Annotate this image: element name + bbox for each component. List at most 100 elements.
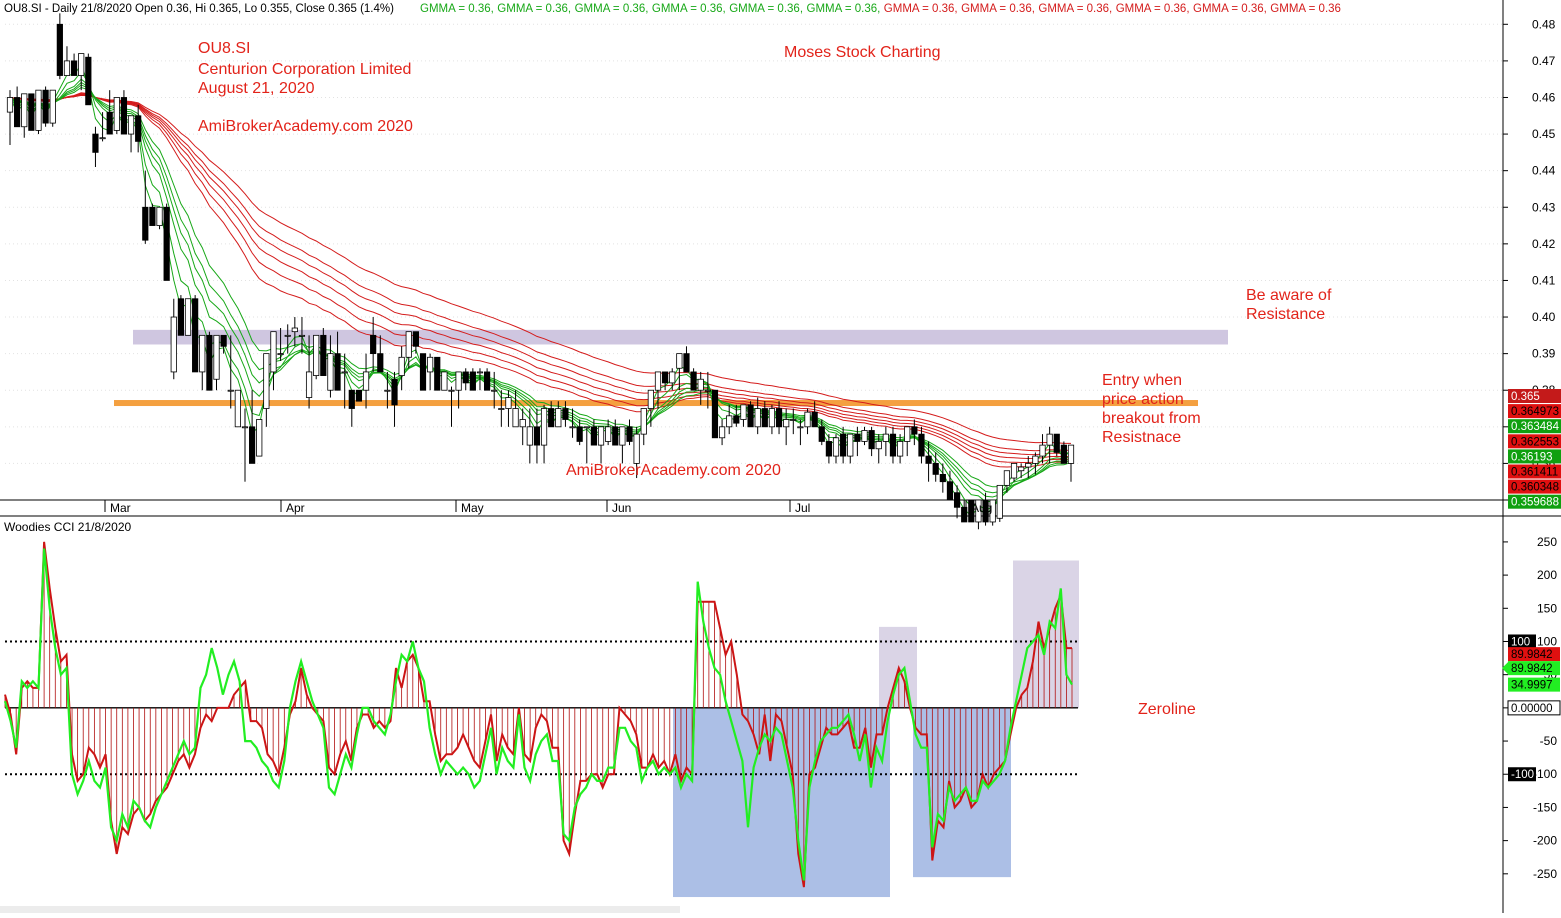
annotation-company: Centurion Corporation Limited [198, 61, 411, 78]
candle-bull [398, 356, 405, 376]
annotation-resistance-line1: Be aware of [1246, 287, 1332, 304]
candle-bull [882, 433, 889, 442]
candle-bear [918, 433, 925, 457]
chart-window: 0.360.370.380.390.400.410.420.430.440.45… [0, 0, 1561, 913]
candle-bear [28, 93, 35, 131]
cci-axis-value-label: 100 [1511, 636, 1530, 648]
candle-bear [911, 426, 918, 435]
candle-bull [441, 371, 448, 391]
cci-y-tick-label: -250 [1533, 867, 1557, 881]
annotation-charting: Moses Stock Charting [784, 44, 941, 61]
price-axis-value-label: 0.36193 [1511, 451, 1553, 463]
candle-bear [747, 404, 754, 428]
cci-axis-value-label: -100 [1511, 769, 1534, 781]
candle-bull [227, 389, 234, 392]
candle-bear [1060, 444, 1067, 464]
month-label: Aug [971, 501, 992, 515]
month-label: Jun [612, 501, 631, 515]
cci-y-tick-label: 100 [1537, 634, 1557, 648]
annotation-resistance-line2: Resistance [1246, 306, 1325, 323]
candle-bull [1046, 433, 1053, 446]
month-label: May [461, 501, 484, 515]
candle-bear [662, 371, 669, 384]
candle-bull [327, 353, 334, 391]
candle-bear [469, 371, 476, 391]
candle-bear [377, 353, 384, 373]
candle-bull [476, 371, 484, 374]
header-gmma-value-1: GMMA = 0.36, [497, 3, 571, 15]
candle-bear [120, 97, 128, 135]
candle-bull [897, 441, 904, 457]
price-axis-value-label: 0.364973 [1511, 406, 1559, 418]
candle-bear [690, 371, 697, 391]
cci-axis-value-badge: 34.9997 [1508, 677, 1560, 692]
candle-bull [875, 441, 882, 450]
candle-bull [305, 371, 313, 398]
candle-bull [861, 430, 868, 442]
header-gmma-value-6: GMMA = 0.36, [884, 3, 958, 15]
candle-bull [583, 426, 590, 429]
candle-bull [199, 334, 206, 373]
candle-bear [355, 389, 363, 402]
chart-canvas: 0.360.370.380.390.400.410.420.430.440.45… [0, 0, 1561, 913]
cci-y-tick-label: -50 [1540, 734, 1558, 748]
candle-bear [590, 426, 598, 446]
annotation-entry-line4: Resistnace [1102, 429, 1181, 446]
candle-bull [740, 404, 747, 420]
header-gmma-value-4: GMMA = 0.36, [729, 3, 803, 15]
candle-bull [35, 89, 42, 131]
candle-bull [284, 334, 291, 337]
candle-bull [99, 137, 106, 140]
header-gmma-value-0: GMMA = 0.36, [420, 3, 494, 15]
candle-bear [711, 389, 719, 439]
candle-bear [576, 426, 583, 442]
cci-axis-value-badge: 89.9842 [1508, 647, 1560, 662]
candle-bear [889, 433, 897, 457]
candle-bear [56, 23, 63, 76]
candle-bull [113, 97, 120, 131]
annotation-entry-line2: price action [1102, 391, 1184, 408]
candle-bull [313, 334, 320, 376]
candle-bear [825, 441, 832, 457]
candle-bull [904, 426, 911, 442]
candle-bull [640, 408, 647, 435]
candle-bull [718, 426, 726, 439]
candle-bear [70, 60, 78, 76]
header-gmma-value-2: GMMA = 0.36, [575, 3, 649, 15]
candle-bull [783, 419, 790, 428]
candle-bear [434, 356, 441, 391]
price-y-tick-label: 0.46 [1532, 90, 1556, 104]
candle-bear [683, 353, 690, 373]
candle-bear [177, 298, 184, 336]
annotation-ticker: OU8.SI [198, 40, 250, 57]
cci-panel-title: Woodies CCI 21/8/2020 [4, 520, 132, 534]
candle-bull [498, 408, 505, 410]
candle-bear [1053, 433, 1060, 453]
header-gmma-value-10: GMMA = 0.36, [1193, 3, 1267, 15]
candle-bull [127, 115, 135, 135]
candle-bull [768, 408, 776, 428]
cci-axis-value-badge: 0.00000 [1507, 700, 1561, 716]
candle-bear [220, 334, 227, 347]
candle-bull [519, 419, 526, 428]
month-label: Jul [795, 501, 810, 515]
candle-bull [448, 389, 455, 392]
candle-bull [78, 53, 85, 76]
cci-axis-value-label: 0.00000 [1511, 703, 1553, 715]
candle-bull [291, 327, 298, 333]
candle-bull [1018, 466, 1025, 472]
candle-bear [320, 334, 327, 376]
candle-bull [555, 408, 562, 428]
sheet-tab-strip[interactable] [0, 906, 680, 913]
candle-bull [647, 389, 654, 409]
header-gmma-value-9: GMMA = 0.36, [1116, 3, 1190, 15]
candle-bear [163, 206, 170, 281]
candle-bear [925, 455, 932, 464]
candle-bull [270, 331, 277, 373]
candle-bear [85, 56, 92, 106]
candle-bear [533, 426, 541, 446]
price-axis-value-badge: 0.361411 [1508, 464, 1561, 479]
candle-bull [184, 298, 192, 336]
candle-bear [249, 426, 256, 464]
candle-bear [14, 97, 21, 128]
